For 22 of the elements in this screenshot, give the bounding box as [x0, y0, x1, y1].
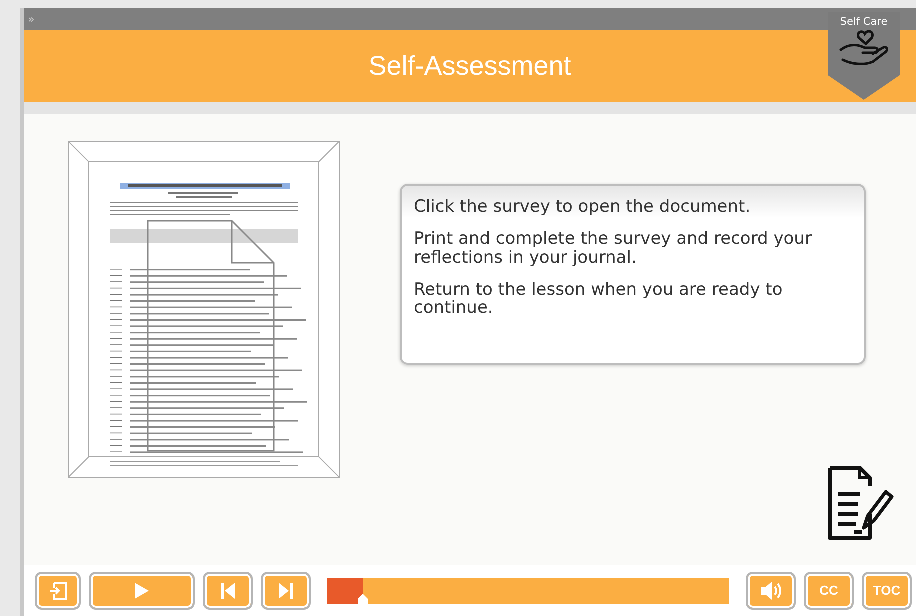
badge-label: Self Care: [840, 16, 888, 28]
play-icon: [135, 582, 149, 598]
exit-icon: [49, 582, 67, 600]
skip-forward-icon: [279, 582, 293, 598]
hand-heart-icon: [839, 28, 889, 68]
progress-thumb[interactable]: [358, 594, 368, 604]
progress-bar[interactable]: [327, 578, 729, 604]
instruction-text: Return to the lesson when you are ready to continue.: [414, 281, 784, 318]
volume-button[interactable]: [746, 572, 796, 610]
menu-button[interactable]: CC: [804, 572, 854, 610]
previous-button[interactable]: [203, 572, 253, 610]
survey-document-drawing[interactable]: [68, 141, 340, 478]
volume-icon: [760, 580, 782, 600]
exit-button[interactable]: [35, 572, 81, 610]
expand-menu-toggle[interactable]: »: [28, 14, 35, 24]
page-title: Self-Assessment: [368, 50, 572, 82]
play-button[interactable]: [89, 572, 195, 610]
skip-back-icon: [221, 582, 235, 598]
menu-button[interactable]: TOC: [862, 572, 912, 610]
next-button[interactable]: [261, 572, 311, 610]
instruction-text: Click the survey to open the document.: [414, 198, 752, 216]
instruction-text: Print and complete the survey and record your reflections in your journal.: [414, 230, 813, 268]
